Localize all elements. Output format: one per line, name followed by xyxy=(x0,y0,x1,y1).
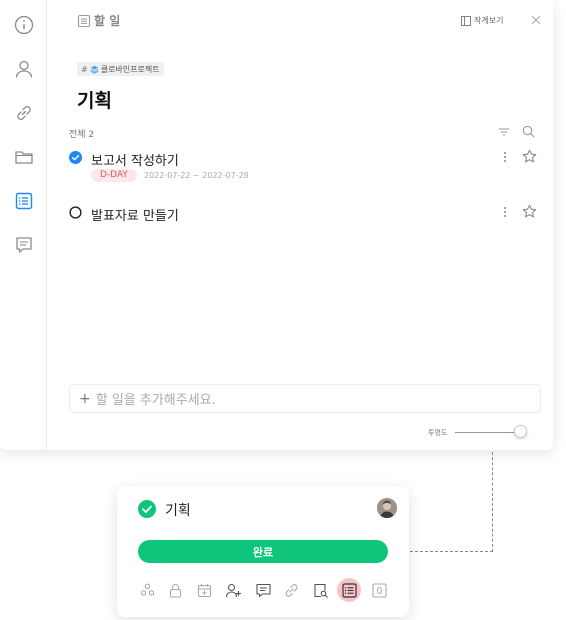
subtask-icon[interactable] xyxy=(138,581,156,599)
panel-title: 할 일 xyxy=(94,14,121,28)
tag-hash: # xyxy=(81,64,88,74)
star-icon[interactable] xyxy=(522,204,537,219)
compact-view-label: 작게보기 xyxy=(474,16,504,25)
list-icon[interactable] xyxy=(337,578,361,602)
task-dates: 2022-07-22 ~ 2022-07-28 xyxy=(144,171,249,180)
project-tag[interactable]: # 클로바인프로젝트 xyxy=(77,62,164,76)
more-icon[interactable] xyxy=(499,150,511,164)
connector-line xyxy=(492,452,493,552)
opacity-slider-handle[interactable] xyxy=(514,425,527,438)
todo-header-icon xyxy=(77,14,91,28)
list-icon[interactable] xyxy=(13,190,35,212)
project-name: 클로바인프로젝트 xyxy=(100,64,160,74)
link-icon[interactable] xyxy=(282,581,300,599)
task-count: 전체 2 xyxy=(69,130,95,140)
side-rail xyxy=(0,0,47,450)
dday-badge: D-DAY xyxy=(91,169,137,182)
link-icon[interactable] xyxy=(13,102,35,124)
folder-icon[interactable] xyxy=(13,146,35,168)
incomplete-circle-icon[interactable] xyxy=(69,206,82,219)
search-icon[interactable] xyxy=(522,125,535,138)
more-icon[interactable] xyxy=(499,205,511,219)
comment-icon[interactable] xyxy=(13,234,35,256)
lock-icon[interactable] xyxy=(166,581,184,599)
complete-button[interactable]: 완료 xyxy=(138,540,388,563)
assign-user-icon[interactable] xyxy=(224,581,242,599)
task-card: 기획 완료 xyxy=(117,486,409,617)
connector-line xyxy=(410,551,493,552)
page-title: 기획 xyxy=(77,90,112,112)
card-title: 기획 xyxy=(165,503,191,519)
filter-icon[interactable] xyxy=(498,126,510,138)
calendar-icon[interactable] xyxy=(195,581,213,599)
task-title: 보고서 작성하기 xyxy=(91,154,179,169)
avatar[interactable] xyxy=(377,498,397,518)
info-icon[interactable] xyxy=(13,14,35,36)
close-icon[interactable] xyxy=(530,14,542,26)
comment-icon[interactable] xyxy=(254,581,272,599)
task-panel: 할 일 작게보기 # 클로바인프로젝트 기획 전체 2 보고서 작성하기 D-D… xyxy=(0,0,553,450)
search-doc-icon[interactable] xyxy=(311,581,329,599)
star-icon[interactable] xyxy=(522,149,537,164)
completed-check-icon[interactable] xyxy=(69,151,82,164)
compact-view-button[interactable]: 작게보기 xyxy=(461,15,503,26)
completed-check-icon[interactable] xyxy=(138,500,156,518)
opacity-label: 투명도 xyxy=(428,429,448,437)
layers-icon xyxy=(90,65,99,74)
plus-icon: + xyxy=(79,390,91,407)
compact-view-icon xyxy=(461,15,471,26)
person-icon[interactable] xyxy=(13,58,35,80)
task-title: 발표자료 만들기 xyxy=(91,209,179,224)
add-task-placeholder: 할 일을 추가해주세요. xyxy=(95,393,216,408)
count-icon[interactable] xyxy=(370,581,388,599)
add-task-input[interactable]: + 할 일을 추가해주세요. xyxy=(69,384,541,413)
